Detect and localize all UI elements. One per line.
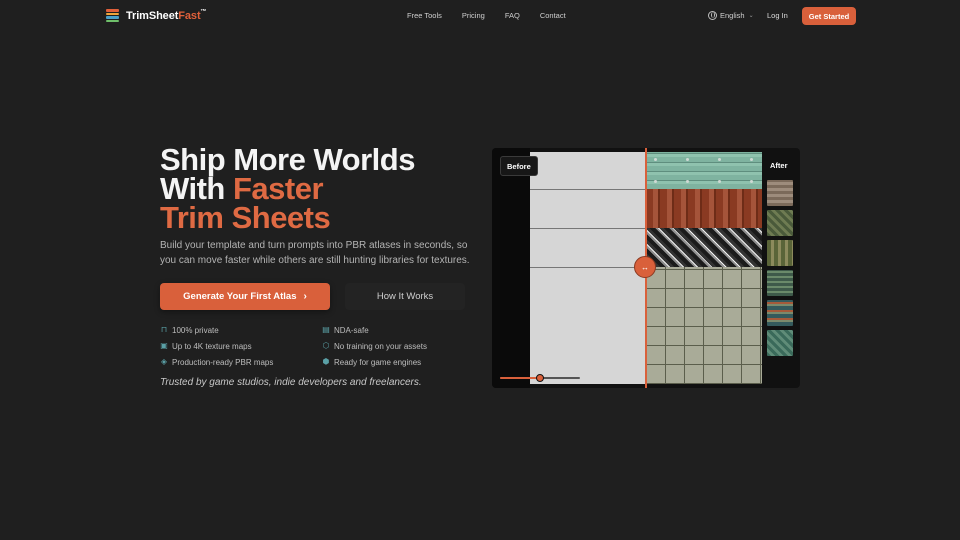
comparison-handle-icon[interactable]: ↔ [634, 256, 656, 278]
before-after-preview: ↔ Before After [492, 148, 800, 388]
feature-item: ⬢ Ready for game engines [322, 357, 422, 367]
lock-icon: ⊓ [160, 325, 168, 334]
generate-atlas-button[interactable]: Generate Your First Atlas › [160, 283, 330, 310]
texture-thumbnail[interactable] [767, 180, 793, 206]
brand-name: TrimSheetFast™ [126, 8, 207, 22]
layers-icon: ◈ [160, 357, 168, 366]
feature-item: ◈ Production-ready PBR maps [160, 357, 274, 367]
texture-thumbnail[interactable] [767, 270, 793, 296]
foil-texture-strip [646, 228, 762, 267]
get-started-button[interactable]: Get Started [802, 7, 856, 25]
zoom-slider-knob[interactable] [536, 374, 544, 382]
metal-texture-strip [646, 152, 762, 189]
stone-texture-strip [646, 267, 762, 384]
zoom-slider-fill [500, 377, 540, 379]
nav-free-tools[interactable]: Free Tools [407, 11, 442, 20]
after-label: After [770, 160, 788, 170]
cube-icon: ⬢ [322, 357, 330, 366]
chevron-down-icon: ⌄ [748, 13, 754, 19]
chevron-right-icon: › [303, 291, 307, 302]
texture-thumbnail[interactable] [767, 210, 793, 236]
image-icon: ▣ [160, 341, 168, 350]
before-label: Before [500, 156, 538, 176]
texture-thumbnail[interactable] [767, 240, 793, 266]
logo-icon [106, 9, 119, 22]
template-before-image [530, 152, 646, 384]
hero-title: Ship More Worlds With Faster Trim Sheets [160, 142, 415, 235]
language-selector[interactable]: English ⌄ [708, 11, 754, 20]
login-link[interactable]: Log In [767, 11, 788, 20]
preview-left-margin [492, 148, 530, 388]
atlas-after-image [646, 152, 762, 384]
nav-pricing[interactable]: Pricing [462, 11, 485, 20]
trusted-by-text: Trusted by game studios, indie developer… [160, 377, 422, 388]
feature-item: ▤ NDA-safe [322, 325, 369, 335]
main-nav: Free Tools Pricing FAQ Contact [407, 11, 586, 20]
nav-contact[interactable]: Contact [540, 11, 566, 20]
generate-atlas-label: Generate Your First Atlas [183, 291, 297, 302]
nav-faq[interactable]: FAQ [505, 11, 520, 20]
how-it-works-button[interactable]: How It Works [345, 283, 465, 310]
language-label: English [720, 11, 745, 20]
brand-logo[interactable]: TrimSheetFast™ [106, 8, 207, 22]
feature-item: ⊓ 100% private [160, 325, 219, 335]
top-navbar: TrimSheetFast™ Free Tools Pricing FAQ Co… [0, 0, 960, 32]
document-icon: ▤ [322, 325, 330, 334]
zoom-slider[interactable] [500, 374, 580, 382]
texture-thumbnail[interactable] [767, 330, 793, 356]
feature-list: ⊓ 100% private ▤ NDA-safe ▣ Up to 4K tex… [160, 325, 480, 367]
shield-icon: ⬡ [322, 341, 330, 350]
texture-thumbnails [767, 180, 793, 360]
feature-item: ⬡ No training on your assets [322, 341, 427, 351]
hero-subtitle: Build your template and turn prompts int… [160, 240, 470, 266]
globe-icon [708, 11, 717, 20]
texture-thumbnail[interactable] [767, 300, 793, 326]
feature-item: ▣ Up to 4K texture maps [160, 341, 252, 351]
rust-texture-strip [646, 189, 762, 228]
